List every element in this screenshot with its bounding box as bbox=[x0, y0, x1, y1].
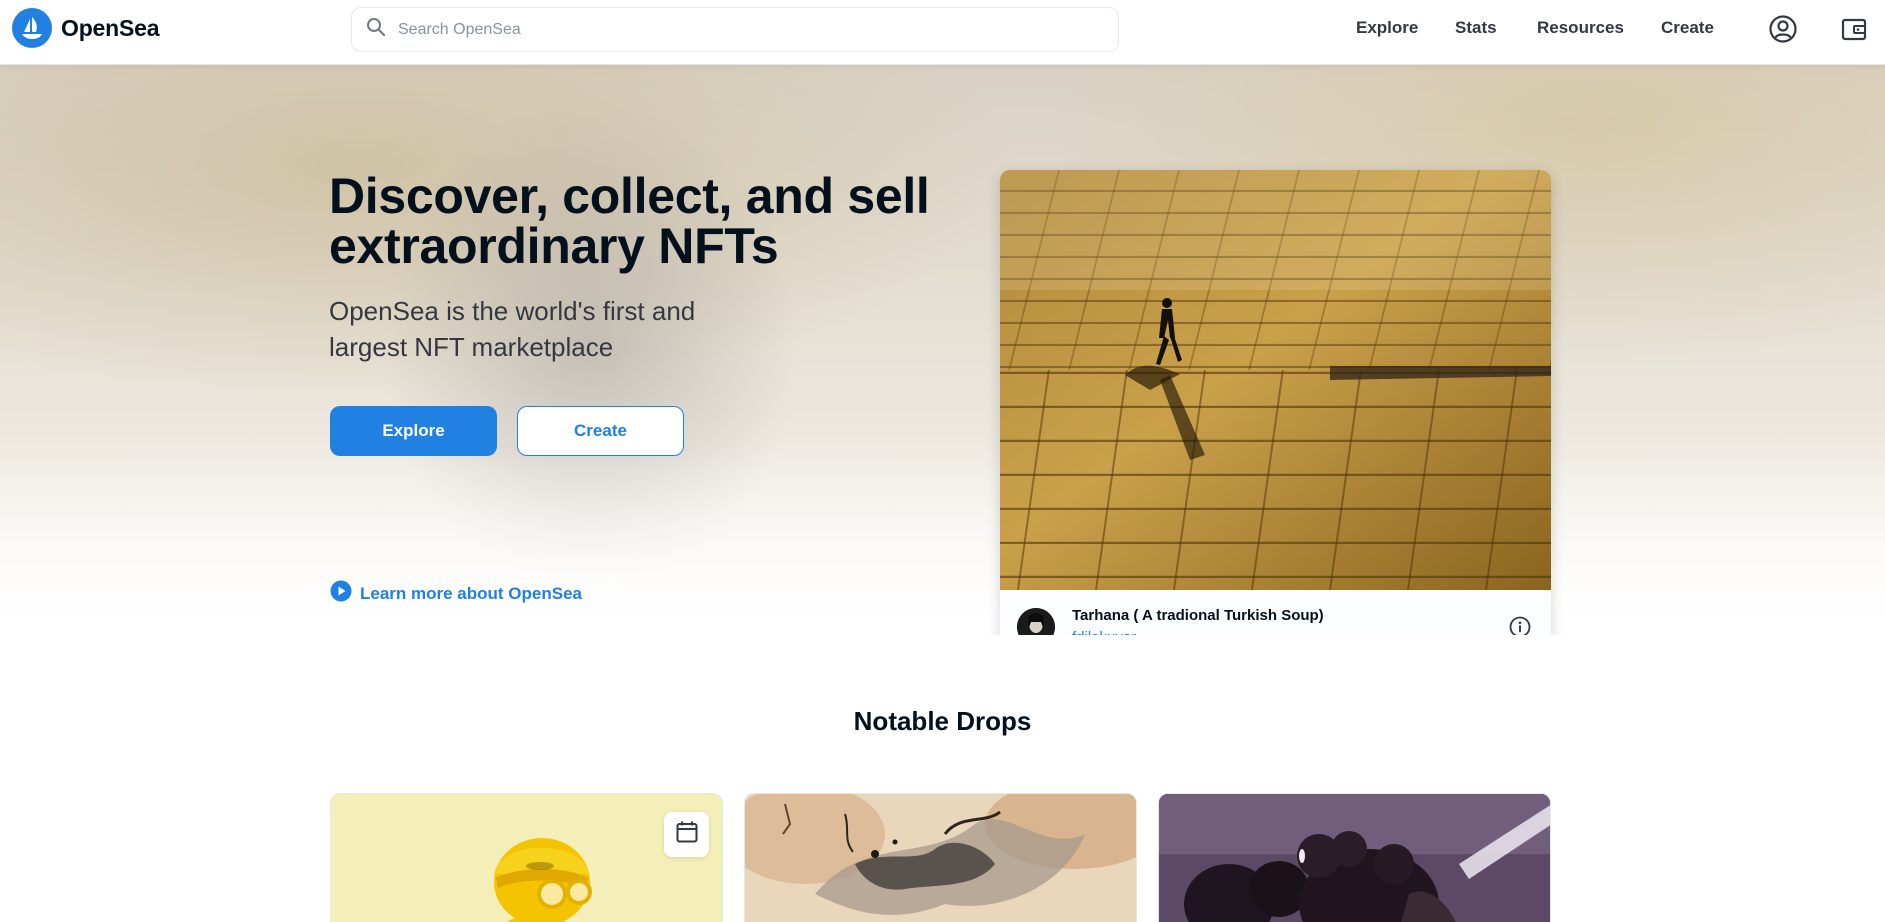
hero-title: Discover, collect, and sell extraordinar… bbox=[329, 171, 949, 271]
search-icon bbox=[366, 17, 386, 42]
calendar-icon bbox=[675, 820, 699, 849]
opensea-logo[interactable]: OpenSea bbox=[12, 8, 160, 48]
explore-button[interactable]: Explore bbox=[330, 406, 497, 456]
drop-card-image bbox=[745, 794, 1136, 922]
nav-link-explore[interactable]: Explore bbox=[1356, 18, 1418, 38]
featured-nft-title: Tarhana ( A tradional Turkish Soup) bbox=[1072, 607, 1324, 624]
learn-more-link[interactable]: Learn more about OpenSea bbox=[330, 580, 582, 607]
hero-title-line: Discover, collect, and sell bbox=[329, 168, 930, 224]
info-icon[interactable] bbox=[1509, 616, 1531, 635]
featured-nft-image bbox=[1000, 170, 1551, 590]
nav-link-stats[interactable]: Stats bbox=[1455, 18, 1497, 38]
drop-card[interactable] bbox=[1158, 793, 1551, 922]
nav-link-create[interactable]: Create bbox=[1661, 18, 1714, 38]
hero-subtitle: OpenSea is the world's first and largest… bbox=[329, 293, 769, 365]
calendar-button[interactable] bbox=[664, 812, 709, 857]
hero-subtitle-line: OpenSea is the world's first and bbox=[329, 296, 696, 326]
notable-drops-title: Notable Drops bbox=[853, 706, 1032, 736]
featured-nft-card[interactable]: Tarhana ( A tradional Turkish Soup) fdil… bbox=[1000, 170, 1551, 635]
hero-section: Discover, collect, and sell extraordinar… bbox=[0, 65, 1885, 635]
drop-card-image bbox=[1159, 794, 1550, 922]
create-button[interactable]: Create bbox=[517, 406, 684, 456]
wallet-icon[interactable] bbox=[1838, 13, 1870, 45]
account-icon[interactable] bbox=[1767, 13, 1799, 45]
top-navbar: OpenSea Explore Stats Resources Create bbox=[0, 0, 1885, 65]
learn-more-text: Learn more about OpenSea bbox=[360, 583, 582, 603]
opensea-logo-icon bbox=[12, 8, 52, 48]
nav-link-resources[interactable]: Resources bbox=[1537, 18, 1624, 38]
avatar[interactable] bbox=[1017, 608, 1055, 635]
hero-background-fade bbox=[0, 445, 1885, 635]
hero-subtitle-line: largest NFT marketplace bbox=[329, 332, 614, 362]
drop-card[interactable] bbox=[330, 793, 723, 922]
drop-card-image bbox=[331, 794, 722, 922]
featured-nft-footer: Tarhana ( A tradional Turkish Soup) fdil… bbox=[1000, 590, 1551, 635]
hero-title-line: extraordinary NFTs bbox=[329, 218, 779, 274]
search-bar[interactable] bbox=[351, 7, 1119, 52]
brand-name: OpenSea bbox=[61, 14, 160, 41]
featured-nft-creator[interactable]: fdilekuyar bbox=[1072, 629, 1136, 635]
drop-card[interactable] bbox=[744, 793, 1137, 922]
play-circle-icon bbox=[330, 580, 352, 607]
search-input[interactable] bbox=[398, 20, 1098, 39]
